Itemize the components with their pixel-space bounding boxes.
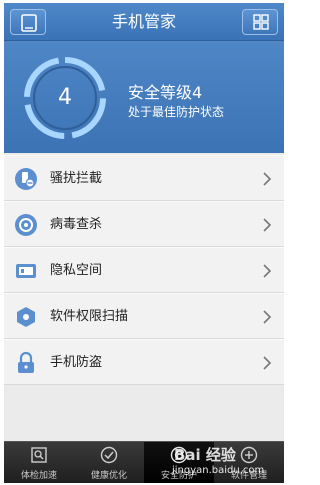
tab-label: 安全防护 — [160, 471, 197, 481]
checkup-icon — [31, 447, 47, 463]
list-item-label: 病毒查杀 — [50, 217, 103, 232]
list-item-label: 骚扰拦截 — [50, 171, 103, 186]
security-level-title: 安全等级4 — [128, 83, 203, 102]
list-item-label: 手机防盗 — [50, 355, 103, 370]
grid-menu-button[interactable] — [242, 9, 278, 35]
app-title: 手机管家 — [111, 12, 176, 31]
tab-label: 软件管理 — [230, 471, 267, 481]
chevron-right-icon — [263, 356, 272, 370]
list-item-label: 软件权限扫描 — [50, 309, 129, 324]
list-item-permission-scan[interactable]: 软件权限扫描 — [4, 293, 284, 339]
chevron-right-icon — [263, 310, 272, 324]
security-summary: 4 安全等级4 处于最佳防护状态 — [4, 41, 284, 153]
list-item-harassment-block[interactable]: 骚扰拦截 — [4, 155, 284, 201]
security-level-number: 4 — [58, 85, 72, 110]
privacy-space-icon — [16, 264, 36, 278]
list-item-privacy-space[interactable]: 隐私空间 — [4, 247, 284, 293]
chevron-right-icon — [263, 264, 272, 278]
harassment-block-icon — [15, 168, 37, 190]
phone-button[interactable] — [10, 9, 46, 35]
security-status: 处于最佳防护状态 — [128, 105, 225, 119]
permission-scan-icon — [17, 307, 35, 327]
tab-protection[interactable]: 安全防护 — [144, 442, 214, 483]
chevron-right-icon — [263, 218, 272, 232]
tab-label: 体检加速 — [20, 471, 57, 481]
phone-icon — [21, 14, 37, 32]
list-item-virus-scan[interactable]: 病毒查杀 — [4, 201, 284, 247]
bottom-tab-bar: 体检加速 健康优化 安全防护 软件管理 — [4, 441, 284, 483]
list-item-label: 隐私空间 — [50, 263, 103, 278]
software-manage-icon — [240, 446, 258, 464]
feature-list: 骚扰拦截 病毒查杀 隐私空间 软件权限扫描 手机防盗 — [4, 155, 284, 385]
app-screen: 手机管家 4 安全等级4 处于最佳防护状态 骚扰拦截 病毒查杀 隐私空间 软件权… — [4, 3, 284, 483]
tab-software-manage[interactable]: 软件管理 — [214, 442, 284, 483]
virus-scan-icon — [15, 214, 37, 236]
list-item-anti-theft[interactable]: 手机防盗 — [4, 339, 284, 385]
anti-theft-lock-icon — [18, 351, 34, 373]
top-bar: 手机管家 — [4, 3, 284, 41]
tab-optimize[interactable]: 健康优化 — [74, 442, 144, 483]
tab-label: 健康优化 — [90, 471, 127, 481]
protection-icon — [170, 446, 188, 464]
grid-icon — [253, 14, 269, 30]
tab-checkup[interactable]: 体检加速 — [4, 442, 74, 483]
chevron-right-icon — [263, 172, 272, 186]
optimize-icon — [100, 446, 118, 464]
